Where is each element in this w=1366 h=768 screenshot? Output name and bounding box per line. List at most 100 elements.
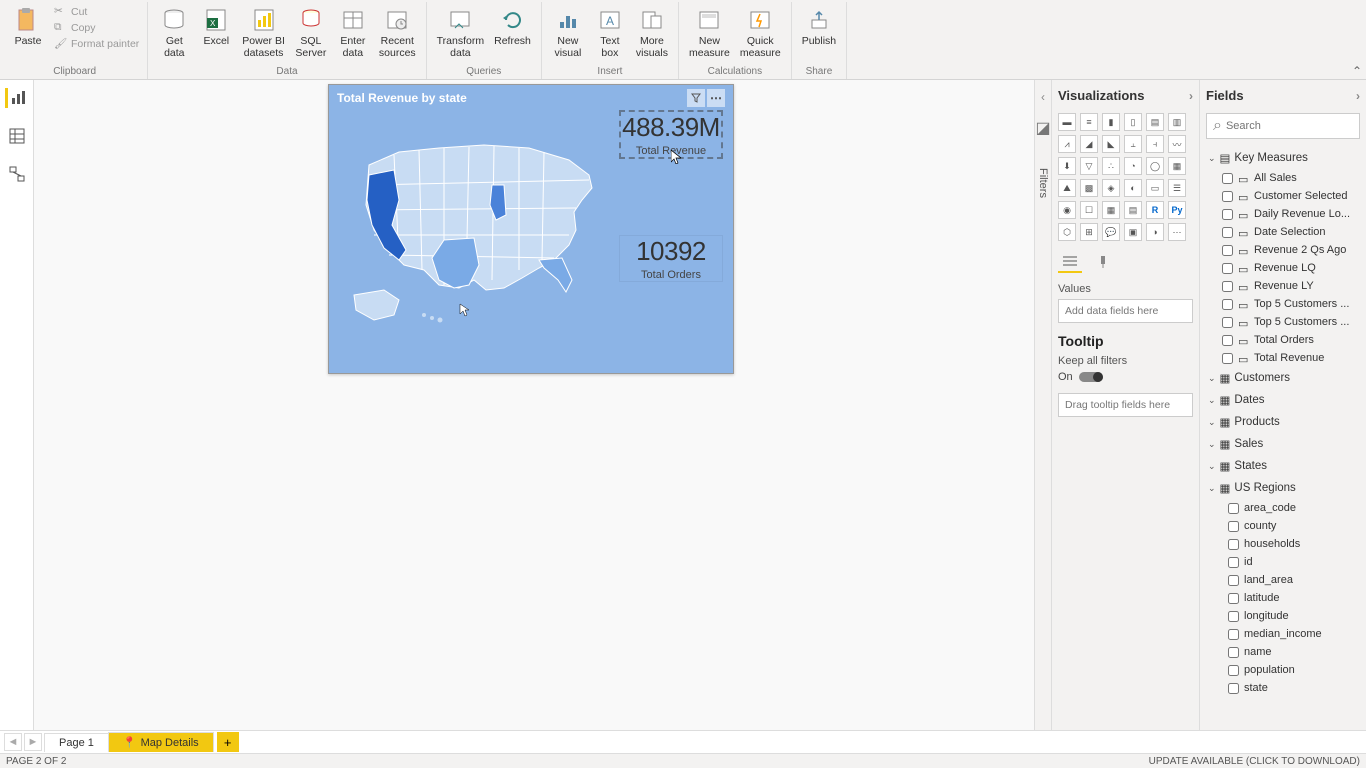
field-item[interactable]: state bbox=[1206, 679, 1360, 697]
table-dates[interactable]: ⌄▦Dates bbox=[1206, 389, 1360, 411]
viz-card[interactable]: ▭ bbox=[1146, 179, 1164, 197]
field-item[interactable]: households bbox=[1206, 535, 1360, 553]
viz-stacked-area[interactable]: ◣ bbox=[1102, 135, 1120, 153]
viz-waterfall[interactable]: ⬇ bbox=[1058, 157, 1076, 175]
report-view-icon[interactable] bbox=[5, 88, 25, 108]
viz-qna[interactable]: 💬 bbox=[1102, 223, 1120, 241]
viz-line-col[interactable]: ⫠ bbox=[1124, 135, 1142, 153]
field-item[interactable]: ▭All Sales bbox=[1206, 169, 1360, 187]
values-well[interactable]: Add data fields here bbox=[1058, 299, 1193, 323]
new-visual-button[interactable]: New visual bbox=[548, 4, 588, 61]
collapse-fields-icon[interactable]: › bbox=[1356, 89, 1360, 103]
field-item[interactable]: ▭Total Orders bbox=[1206, 331, 1360, 349]
field-item[interactable]: ▭Date Selection bbox=[1206, 223, 1360, 241]
viz-line[interactable]: ⩘ bbox=[1058, 135, 1076, 153]
refresh-button[interactable]: Refresh bbox=[490, 4, 535, 50]
field-checkbox[interactable] bbox=[1228, 521, 1239, 532]
field-item[interactable]: id bbox=[1206, 553, 1360, 571]
field-checkbox[interactable] bbox=[1228, 647, 1239, 658]
field-checkbox[interactable] bbox=[1228, 575, 1239, 586]
quick-measure-button[interactable]: Quick measure bbox=[736, 4, 785, 61]
field-item[interactable]: longitude bbox=[1206, 607, 1360, 625]
keep-filters-toggle[interactable] bbox=[1079, 372, 1103, 382]
viz-100-col[interactable]: ▥ bbox=[1168, 113, 1186, 131]
viz-area[interactable]: ◢ bbox=[1080, 135, 1098, 153]
table-sales[interactable]: ⌄▦Sales bbox=[1206, 433, 1360, 455]
paste-button[interactable]: Paste bbox=[8, 4, 48, 50]
expand-filters-icon[interactable]: ‹ bbox=[1041, 90, 1045, 104]
field-item[interactable]: county bbox=[1206, 517, 1360, 535]
field-item[interactable]: ▭Revenue 2 Qs Ago bbox=[1206, 241, 1360, 259]
viz-more[interactable]: ⋯ bbox=[1168, 223, 1186, 241]
field-checkbox[interactable] bbox=[1222, 281, 1233, 292]
viz-py[interactable]: Py bbox=[1168, 201, 1186, 219]
total-orders-card[interactable]: 10392 Total Orders bbox=[619, 235, 723, 282]
field-checkbox[interactable] bbox=[1222, 209, 1233, 220]
pbi-datasets-button[interactable]: Power BI datasets bbox=[238, 4, 289, 61]
tooltip-well[interactable]: Drag tooltip fields here bbox=[1058, 393, 1193, 417]
field-checkbox[interactable] bbox=[1228, 683, 1239, 694]
viz-shape-map[interactable]: ◈ bbox=[1102, 179, 1120, 197]
viz-map[interactable]: ⛰ bbox=[1058, 179, 1076, 197]
viz-donut[interactable]: ◯ bbox=[1146, 157, 1164, 175]
field-checkbox[interactable] bbox=[1228, 629, 1239, 640]
field-checkbox[interactable] bbox=[1222, 227, 1233, 238]
viz-matrix[interactable]: ▤ bbox=[1124, 201, 1142, 219]
viz-clustered-bar[interactable]: ≡ bbox=[1080, 113, 1098, 131]
new-measure-button[interactable]: New measure bbox=[685, 4, 734, 61]
field-checkbox[interactable] bbox=[1222, 191, 1233, 202]
table-customers[interactable]: ⌄▦Customers bbox=[1206, 367, 1360, 389]
sql-button[interactable]: SQL Server bbox=[291, 4, 331, 61]
field-item[interactable]: ▭Daily Revenue Lo... bbox=[1206, 205, 1360, 223]
model-view-icon[interactable] bbox=[7, 164, 27, 184]
viz-decomp[interactable]: ⊞ bbox=[1080, 223, 1098, 241]
table-key-measures[interactable]: ⌄▤Key Measures bbox=[1206, 147, 1360, 169]
viz-funnel[interactable]: ▽ bbox=[1080, 157, 1098, 175]
field-item[interactable]: name bbox=[1206, 643, 1360, 661]
field-item[interactable]: population bbox=[1206, 661, 1360, 679]
viz-stacked-col[interactable]: ▮ bbox=[1102, 113, 1120, 131]
field-item[interactable]: ▭Top 5 Customers ... bbox=[1206, 313, 1360, 331]
viz-treemap[interactable]: ▦ bbox=[1168, 157, 1186, 175]
enter-data-button[interactable]: Enter data bbox=[333, 4, 373, 61]
next-page-button[interactable]: ► bbox=[24, 733, 42, 751]
field-checkbox[interactable] bbox=[1228, 611, 1239, 622]
field-item[interactable]: ▭Customer Selected bbox=[1206, 187, 1360, 205]
viz-ribbon[interactable]: 〰 bbox=[1168, 135, 1186, 153]
format-tab[interactable] bbox=[1094, 251, 1118, 273]
viz-pie[interactable]: ◔ bbox=[1124, 157, 1142, 175]
table-states[interactable]: ⌄▦States bbox=[1206, 455, 1360, 477]
add-page-button[interactable]: + bbox=[217, 732, 239, 752]
field-item[interactable]: latitude bbox=[1206, 589, 1360, 607]
viz-gauge[interactable]: ◐ bbox=[1124, 179, 1142, 197]
viz-line-col2[interactable]: ⫞ bbox=[1146, 135, 1164, 153]
excel-button[interactable]: XExcel bbox=[196, 4, 236, 50]
viz-100-bar[interactable]: ▤ bbox=[1146, 113, 1164, 131]
field-checkbox[interactable] bbox=[1222, 299, 1233, 310]
text-box-button[interactable]: AText box bbox=[590, 4, 630, 61]
filters-label[interactable]: Filters bbox=[1037, 168, 1049, 198]
page-tab-2[interactable]: 📍Map Details bbox=[108, 732, 214, 752]
field-checkbox[interactable] bbox=[1228, 503, 1239, 514]
page-tab-1[interactable]: Page 1 bbox=[44, 733, 109, 752]
viz-multicard[interactable]: ☰ bbox=[1168, 179, 1186, 197]
bookmark-icon[interactable]: ◪ bbox=[1035, 118, 1050, 138]
field-checkbox[interactable] bbox=[1228, 557, 1239, 568]
viz-scatter[interactable]: ∴ bbox=[1102, 157, 1120, 175]
fields-tab[interactable] bbox=[1058, 251, 1082, 273]
filter-visual-icon[interactable] bbox=[687, 89, 705, 107]
viz-r[interactable]: R bbox=[1146, 201, 1164, 219]
more-visuals-button[interactable]: More visuals bbox=[632, 4, 672, 61]
field-checkbox[interactable] bbox=[1222, 263, 1233, 274]
data-view-icon[interactable] bbox=[7, 126, 27, 146]
field-checkbox[interactable] bbox=[1222, 317, 1233, 328]
collapse-ribbon-icon[interactable]: ⌃ bbox=[1352, 64, 1362, 78]
viz-paginated[interactable]: ▣ bbox=[1124, 223, 1142, 241]
field-item[interactable]: ▭Top 5 Customers ... bbox=[1206, 295, 1360, 313]
table-products[interactable]: ⌄▦Products bbox=[1206, 411, 1360, 433]
viz-stacked-bar[interactable]: ▬ bbox=[1058, 113, 1076, 131]
recent-sources-button[interactable]: Recent sources bbox=[375, 4, 420, 61]
field-checkbox[interactable] bbox=[1228, 593, 1239, 604]
publish-button[interactable]: Publish bbox=[798, 4, 840, 50]
field-item[interactable]: land_area bbox=[1206, 571, 1360, 589]
